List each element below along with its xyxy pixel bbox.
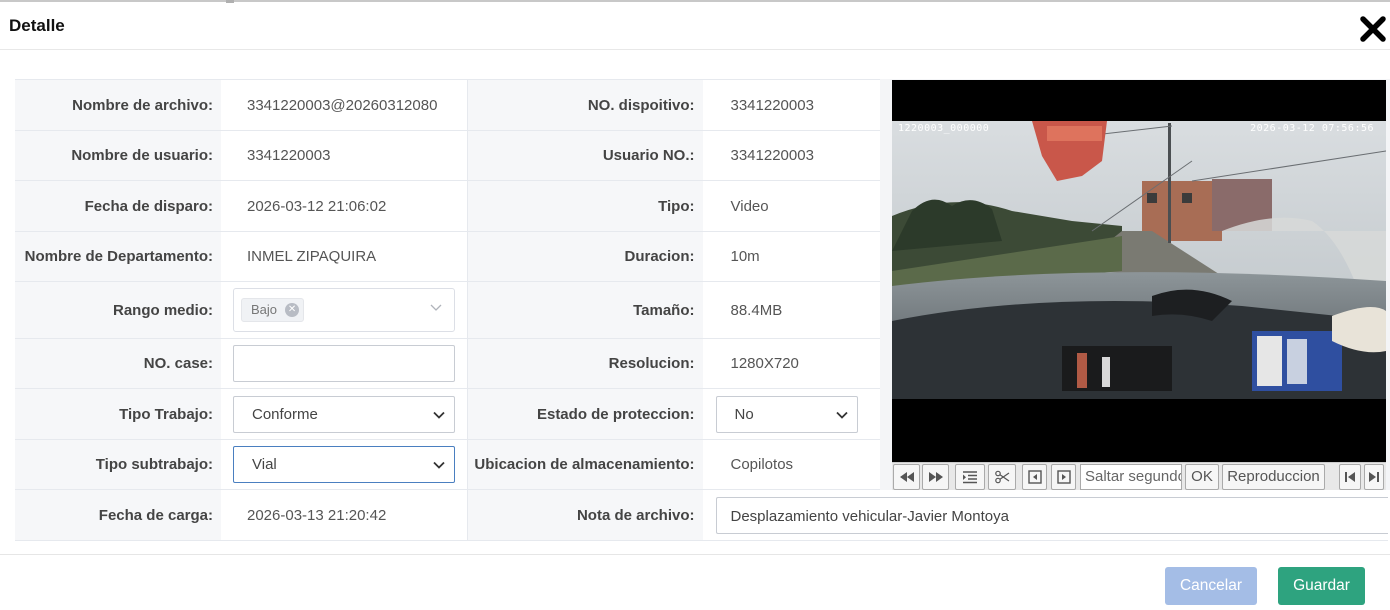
close-icon[interactable] <box>1358 14 1388 44</box>
frame-back-icon[interactable] <box>1022 464 1047 490</box>
trigger-date-value: 2026-03-12 21:06:02 <box>247 197 387 215</box>
trigger-date-label: Fecha de disparo: <box>15 180 221 232</box>
mid-range-tag: Bajo ✕ <box>241 298 305 322</box>
rewind-icon[interactable] <box>893 464 920 490</box>
mid-range-tag-label: Bajo <box>251 302 278 317</box>
duration-label: Duracion: <box>467 231 703 282</box>
protection-label: Estado de proteccion: <box>467 388 703 440</box>
protection-select[interactable]: No <box>715 395 858 433</box>
dialog-header: Detalle <box>0 2 1390 50</box>
frame-forward-icon[interactable] <box>1051 464 1076 490</box>
type-label: Tipo: <box>467 180 703 232</box>
save-button[interactable]: Guardar <box>1278 567 1365 605</box>
department-value: INMEL ZIPAQUIRA <box>247 248 377 265</box>
osd-timestamp: 2026-03-12 07:56:56 <box>1250 123 1374 134</box>
player-controls: Saltar segundos OK Reproduccion <box>892 462 1386 490</box>
chevron-down-icon <box>835 411 848 419</box>
size-label: Tamaño: <box>467 281 703 339</box>
list-icon[interactable] <box>955 464 985 490</box>
case-no-label: NO. case: <box>15 338 221 389</box>
seek-seconds-input[interactable]: Saltar segundos <box>1080 464 1182 490</box>
video-player[interactable]: 1220003_000000 2026-03-12 07:56:56 <box>892 80 1386 462</box>
work-type-value: Conforme <box>252 405 318 423</box>
subwork-value: Vial <box>252 456 277 473</box>
dialog-title: Detalle <box>9 16 65 35</box>
work-type-label: Tipo Trabajo: <box>15 388 221 440</box>
file-note-input[interactable]: Desplazamiento vehicular-Javier Montoya <box>715 496 1388 534</box>
resolution-label: Resolucion: <box>467 338 703 389</box>
user-name-label: Nombre de usuario: <box>15 130 221 181</box>
chevron-down-icon <box>433 461 445 469</box>
user-name-value: 3341220003 <box>247 147 331 164</box>
skip-end-icon[interactable] <box>1364 464 1384 490</box>
department-label: Nombre de Departamento: <box>15 231 221 282</box>
upload-date-label: Fecha de carga: <box>15 489 221 541</box>
file-name-value: 3341220003@20260312080 <box>247 96 438 114</box>
form-row: Fecha de carga: 2026-03-13 21:20:42 Nota… <box>15 489 1388 541</box>
protection-value: No <box>734 405 754 423</box>
seek-ok-button[interactable]: OK <box>1185 464 1219 490</box>
subwork-label: Tipo subtrabajo: <box>15 439 221 490</box>
footer-divider <box>0 554 1390 555</box>
chevron-down-icon <box>433 411 445 419</box>
work-type-select[interactable]: Conforme <box>233 395 455 433</box>
upload-date-value: 2026-03-13 21:20:42 <box>247 506 387 524</box>
device-no-label: NO. dispoitivo: <box>467 79 703 131</box>
case-no-input[interactable] <box>233 345 455 382</box>
mid-range-select[interactable]: Bajo ✕ <box>233 288 455 332</box>
chevron-down-icon <box>430 304 442 311</box>
file-name-label: Nombre de archivo: <box>15 79 221 131</box>
cancel-button[interactable]: Cancelar <box>1165 567 1257 605</box>
skip-start-icon[interactable] <box>1339 464 1361 490</box>
scissors-icon[interactable] <box>988 464 1016 490</box>
mid-range-label: Rango medio: <box>15 281 221 339</box>
storage-label: Ubicacion de almacenamiento: <box>467 439 703 490</box>
fast-forward-icon[interactable] <box>922 464 949 490</box>
subwork-select[interactable]: Vial <box>233 446 455 483</box>
video-frame <box>892 121 1386 399</box>
osd-channel-label: 1220003_000000 <box>898 123 990 134</box>
playback-button[interactable]: Reproduccion <box>1222 464 1325 490</box>
file-note-label: Nota de archivo: <box>467 489 703 541</box>
user-no-label: Usuario NO.: <box>467 130 703 181</box>
remove-tag-icon[interactable]: ✕ <box>285 303 300 317</box>
